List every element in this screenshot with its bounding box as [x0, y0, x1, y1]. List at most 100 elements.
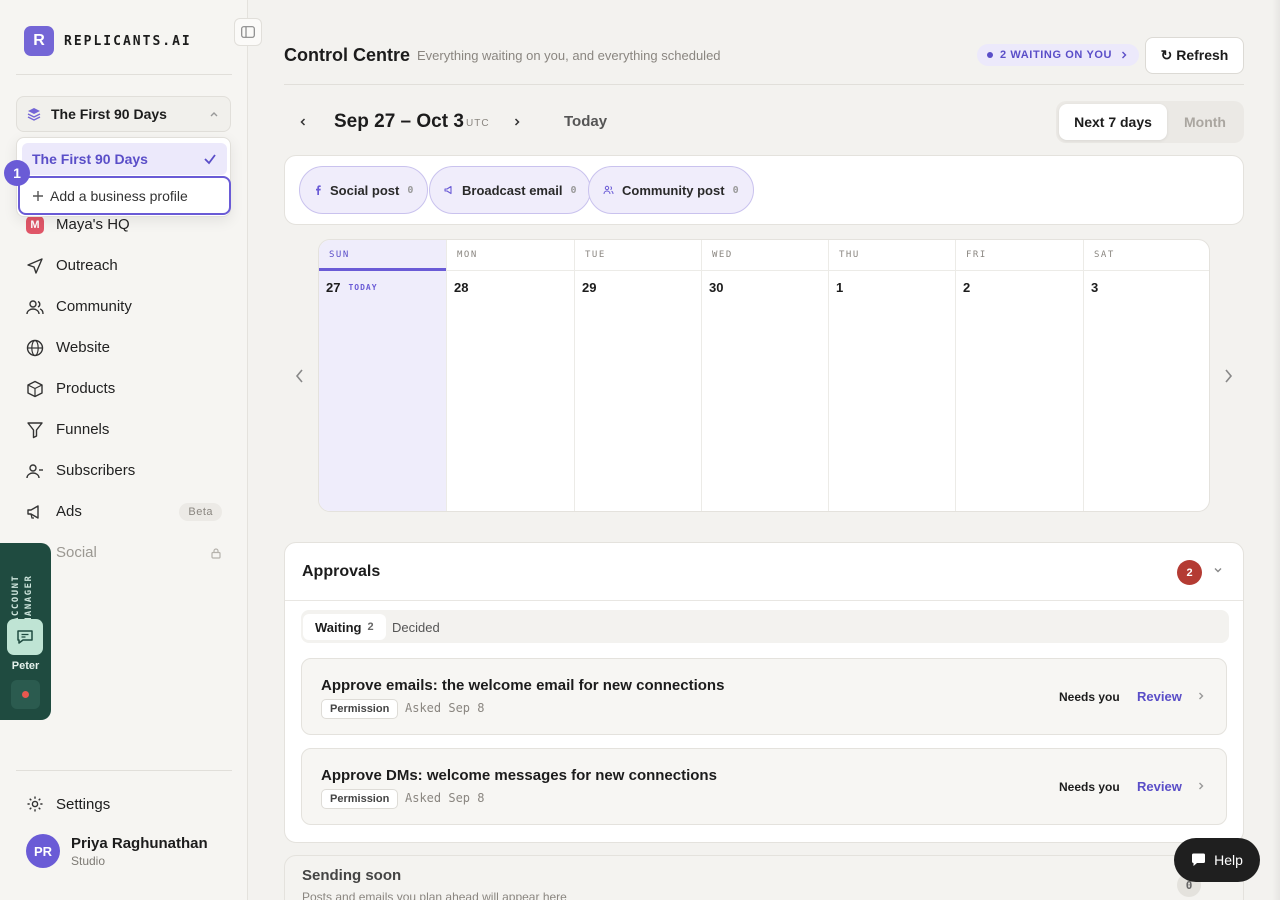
- sending-soon-subtitle: Posts and emails you plan ahead will app…: [302, 890, 567, 900]
- calendar-day[interactable]: SUN 27 TODAY: [319, 240, 446, 511]
- filter-social-post[interactable]: Social post 0: [299, 166, 429, 214]
- account-manager-label: ACCOUNT MANAGER: [11, 574, 34, 623]
- account-manager-name: Peter: [11, 660, 40, 672]
- approvals-title: Approvals: [302, 563, 381, 580]
- help-button[interactable]: Help: [1174, 838, 1260, 882]
- filter-label: Broadcast email: [462, 182, 563, 198]
- divider: [16, 770, 232, 771]
- window-edge-shadow: [1272, 0, 1280, 900]
- page-title: Control Centre: [284, 45, 410, 65]
- filter-community-post[interactable]: Community post 0: [588, 166, 754, 214]
- day-number: 3: [1091, 280, 1099, 295]
- business-profile-option[interactable]: The First 90 Days: [22, 143, 227, 175]
- plus-icon: [32, 190, 44, 202]
- brand[interactable]: R REPLICANTS.AI: [24, 26, 192, 56]
- timezone-label: UTC: [466, 118, 490, 129]
- sidebar-item-label: Products: [56, 380, 116, 397]
- status-dot-icon: [22, 691, 29, 698]
- sidebar: R REPLICANTS.AI The First 90 Days The Fi…: [0, 0, 248, 900]
- chat-bubble-icon: [1191, 853, 1206, 867]
- sidebar-item-label: Subscribers: [56, 462, 136, 479]
- sidebar-item-funnels[interactable]: Funnels: [16, 409, 232, 450]
- tab-waiting[interactable]: Waiting 2: [303, 614, 386, 640]
- view-month[interactable]: Month: [1169, 104, 1241, 140]
- sidebar-toggle-button[interactable]: [234, 18, 262, 46]
- divider: [285, 600, 1243, 601]
- stack-icon: [27, 107, 41, 121]
- request-title: Approve emails: the welcome email for ne…: [321, 677, 725, 694]
- calendar-day[interactable]: SAT 3: [1083, 240, 1209, 511]
- sidebar-item-label: Outreach: [56, 257, 118, 274]
- workspace-badge-icon: M: [26, 215, 44, 234]
- megaphone-icon: [26, 503, 44, 521]
- sidebar-item-products[interactable]: Products: [16, 368, 232, 409]
- facebook-icon: [314, 185, 322, 195]
- status-indicator: [11, 680, 40, 709]
- step-marker: 1: [4, 160, 30, 186]
- chevron-right-icon: [1196, 781, 1206, 791]
- prev-week-button[interactable]: [293, 112, 313, 132]
- review-link[interactable]: Review: [1137, 689, 1182, 704]
- sidebar-item-ads[interactable]: Ads Beta: [16, 491, 232, 532]
- business-profile-select[interactable]: The First 90 Days: [16, 96, 231, 132]
- view-next-7-days[interactable]: Next 7 days: [1059, 104, 1167, 140]
- approvals-panel: Approvals 2 Waiting 2 Decided Approve em…: [284, 542, 1244, 843]
- calendar-next-button[interactable]: [1218, 366, 1238, 386]
- funnel-icon: [26, 421, 44, 439]
- add-business-profile-label: Add a business profile: [50, 187, 188, 204]
- calendar-day[interactable]: WED 30: [701, 240, 828, 511]
- tab-decided[interactable]: Decided: [392, 614, 440, 640]
- collapse-button[interactable]: [1212, 564, 1224, 576]
- sidebar-panel-icon: [241, 26, 255, 38]
- filter-count: 0: [570, 184, 577, 196]
- week-calendar: SUN 27 TODAY MON 28 TUE 29 WED 30 THU 1 F…: [318, 239, 1210, 512]
- date-range: Sep 27 – Oct 3: [334, 111, 464, 132]
- tab-label: Waiting: [315, 619, 362, 635]
- waiting-pill-label: 2 WAITING ON YOU: [1000, 49, 1113, 61]
- request-date: Asked Sep 8: [405, 701, 485, 715]
- sidebar-item-subscribers[interactable]: Subscribers: [16, 450, 232, 491]
- sidebar-item-outreach[interactable]: Outreach: [16, 245, 232, 286]
- approval-request[interactable]: Approve DMs: welcome messages for new co…: [301, 748, 1227, 825]
- business-profile-current: The First 90 Days: [51, 106, 167, 122]
- chevron-left-icon: [298, 117, 308, 127]
- refresh-button[interactable]: ↻ Refresh: [1145, 37, 1244, 74]
- chat-button[interactable]: [7, 619, 43, 655]
- review-link[interactable]: Review: [1137, 779, 1182, 794]
- day-of-week: SUN: [319, 240, 446, 271]
- sidebar-item-community[interactable]: Community: [16, 286, 232, 327]
- calendar-day[interactable]: TUE 29: [574, 240, 701, 511]
- chevron-down-icon: [1212, 564, 1224, 576]
- check-icon: [203, 152, 217, 166]
- today-button[interactable]: Today: [564, 113, 607, 130]
- content-filters: Social post 0 Broadcast email 0 Communit…: [284, 155, 1244, 225]
- calendar-day[interactable]: THU 1: [828, 240, 955, 511]
- sending-soon-panel[interactable]: Sending soon Posts and emails you plan a…: [284, 855, 1244, 900]
- day-of-week: SAT: [1084, 240, 1209, 271]
- waiting-pill[interactable]: 2 WAITING ON YOU: [977, 44, 1140, 66]
- approval-request[interactable]: Approve emails: the welcome email for ne…: [301, 658, 1227, 735]
- send-icon: [26, 257, 44, 275]
- day-number: 2: [963, 280, 971, 295]
- box-icon: [26, 380, 44, 398]
- user-profile[interactable]: PR Priya Raghunathan Studio: [26, 834, 208, 868]
- add-business-profile-button[interactable]: Add a business profile: [18, 176, 231, 215]
- calendar-prev-button[interactable]: [290, 366, 310, 386]
- brand-logo: R: [24, 26, 54, 56]
- today-tag: TODAY: [348, 283, 378, 292]
- day-of-week: THU: [829, 240, 955, 271]
- account-manager-widget[interactable]: ACCOUNT MANAGER Peter: [0, 543, 51, 720]
- divider: [284, 84, 1244, 85]
- next-week-button[interactable]: [507, 112, 527, 132]
- sidebar-item-website[interactable]: Website: [16, 327, 232, 368]
- page-subtitle: Everything waiting on you, and everythin…: [417, 48, 721, 63]
- settings-label: Settings: [56, 795, 111, 813]
- settings-link[interactable]: Settings: [16, 784, 232, 824]
- permission-badge: Permission: [321, 699, 399, 719]
- calendar-day[interactable]: MON 28: [446, 240, 574, 511]
- lock-icon: [210, 547, 222, 559]
- subscribers-icon: [26, 462, 44, 480]
- calendar-day[interactable]: FRI 2: [955, 240, 1083, 511]
- filter-broadcast-email[interactable]: Broadcast email 0: [429, 166, 592, 214]
- people-icon: [603, 185, 614, 195]
